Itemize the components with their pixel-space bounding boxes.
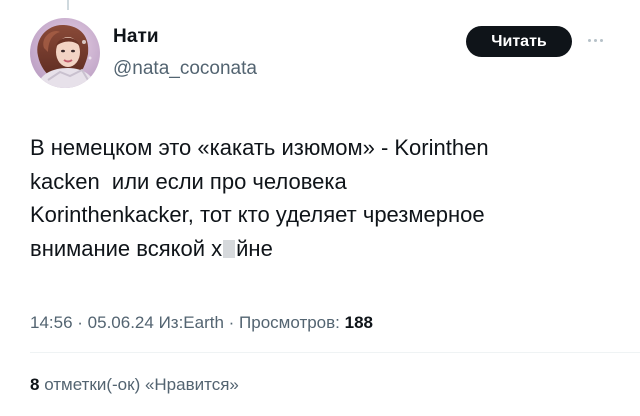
avatar[interactable] xyxy=(30,18,100,88)
tweet-line-part: йне xyxy=(236,235,273,261)
tweet-meta: 14:56 · 05.06.24 Из:Earth · Просмотров: … xyxy=(30,313,373,333)
tweet-line: внимание всякой х йне xyxy=(30,232,620,266)
meta-separator: · xyxy=(72,313,88,332)
dot-icon xyxy=(593,38,597,42)
redaction-mark xyxy=(223,239,236,258)
dot-icon xyxy=(587,38,591,42)
views-label: Просмотров: xyxy=(239,313,345,332)
tweet-text: В немецком это «какать изюмом» - Korinth… xyxy=(30,131,620,265)
thread-connector-line xyxy=(67,0,69,10)
tweet-source: Из:Earth xyxy=(153,313,224,332)
divider xyxy=(30,352,640,353)
tweet-date[interactable]: 05.06.24 xyxy=(88,313,154,332)
author-handle[interactable]: @nata_coconata xyxy=(113,58,257,80)
follow-button[interactable]: Читать xyxy=(466,26,572,57)
tweet-line: Korinthenkacker, тот кто уделяет чрезмер… xyxy=(30,202,485,227)
tweet-line: В немецком это «какать изюмом» - Korinth… xyxy=(30,135,489,160)
tweet-line-part: внимание всякой х xyxy=(30,235,223,261)
tweet-time[interactable]: 14:56 xyxy=(30,313,73,332)
author-name[interactable]: Нати xyxy=(113,26,159,48)
dot-icon xyxy=(599,38,603,42)
tweet-line: kacken или если про человека xyxy=(30,168,347,194)
likes-stat[interactable]: 8 отметки(-ок) «Нравится» xyxy=(30,375,239,395)
likes-label: отметки(-ок) «Нравится» xyxy=(39,375,239,394)
more-horizontal-icon[interactable] xyxy=(582,28,608,52)
views-count: 188 xyxy=(344,313,373,332)
meta-separator: · xyxy=(223,313,240,332)
